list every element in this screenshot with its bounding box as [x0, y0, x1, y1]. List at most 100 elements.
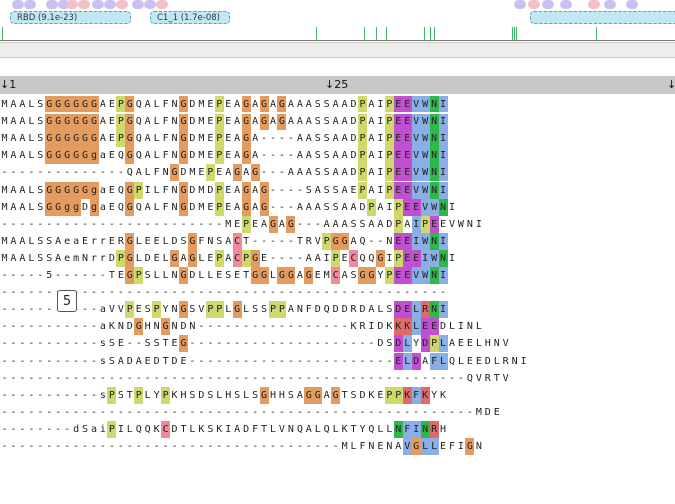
residue-cell: G [250, 249, 260, 267]
residue-cell: G [44, 181, 54, 199]
residue-cell: - [19, 355, 26, 367]
residue-cell: P [214, 198, 224, 216]
residue-cell: M [1, 252, 8, 264]
residue-cell: Q [359, 235, 366, 247]
residue-cell: L [402, 335, 412, 353]
alignment-row[interactable]: MAALSGGGGGgaEQGPILFNGDMDPEAGAG----SASSAE… [0, 181, 675, 199]
alignment-row[interactable]: --------------QALFNGDMEPEAGAG---AAASSAAD… [0, 164, 675, 182]
residue-cell: N [493, 338, 500, 350]
sequence-alignment[interactable]: MAALSGGGGGGAEPGQALFNGDMEPEAGAGAGAAASSAAD… [0, 96, 675, 504]
residue-cell: A [243, 167, 250, 179]
residue-cell: A [234, 423, 241, 435]
residue-cell: - [64, 270, 71, 281]
residue-cell: A [269, 116, 277, 128]
residue-cell: G [375, 249, 385, 267]
alignment-row[interactable]: MAALSGGggDgaEQGQALFNGDMEPEAGAG---AAASSAA… [0, 198, 675, 216]
residue-cell: Y [153, 389, 160, 401]
alignment-row[interactable]: --------dSaiPILQQKCDTLKSKIADFTLVNQALQLKT… [0, 420, 675, 438]
residue-cell: D [243, 423, 250, 435]
overview-scrollbar[interactable] [0, 42, 675, 58]
residue-cell: - [10, 218, 17, 230]
residue-cell: g [89, 147, 99, 165]
residue-cell: - [261, 287, 268, 299]
alignment-row[interactable]: MAALSSAeaErrERGLEELDSGFNSACT-----TRVPGGA… [0, 232, 675, 250]
alignment-row[interactable]: -----5------TEGPSLLNGDLLESETGGLGGAGEMCAS… [0, 267, 675, 284]
residue-cell: A [332, 167, 339, 179]
residue-cell: E [108, 150, 115, 162]
residue-cell: S [323, 167, 330, 179]
residue-cell: G [89, 96, 99, 113]
residue-cell: - [269, 252, 277, 264]
domain-box-3[interactable] [530, 11, 675, 24]
domain-box-2[interactable]: C1_1 (1.7e-08) [150, 11, 230, 24]
residue-cell: - [287, 133, 294, 145]
residue-cell: - [1, 406, 8, 418]
alignment-row[interactable]: MAALSGGGGGGAEPGQALFNGDMEPEAGA----AASSAAD… [0, 130, 675, 148]
alignment-row[interactable]: MAALSGGGGGGAEPGQALFNGDMEPEAGAGAGAAASSAAD… [0, 113, 675, 131]
residue-cell: A [117, 355, 124, 367]
residue-cell: - [153, 372, 160, 384]
alignment-row[interactable]: ----------------------------------------… [0, 404, 675, 421]
residue-cell: G [232, 301, 242, 319]
residue-cell: - [153, 287, 160, 299]
alignment-row[interactable]: -----------aKNDGHNGNDN-----------------K… [0, 318, 675, 336]
alignment-row[interactable]: ----------------------------------------… [0, 370, 675, 387]
residue-cell: M [1, 116, 8, 128]
residue-cell: Q [359, 252, 366, 264]
residue-cell: - [19, 441, 26, 452]
residue-cell: - [278, 184, 285, 196]
alignment-row[interactable]: -----------sPSTPLYPKHSDSLHSLSGHHSAGGAGTS… [0, 386, 675, 404]
residue-cell: - [64, 389, 71, 401]
alignment-row[interactable]: MAALSSAemNrrDPGLDELGAGLEPACPGE----AAIPEC… [0, 249, 675, 267]
residue-cell: E [402, 181, 412, 199]
residue-cell: C [161, 420, 171, 438]
residue-cell: - [82, 406, 89, 418]
residue-cell: G [340, 232, 350, 250]
residue-cell: - [261, 406, 268, 418]
residue-cell: - [19, 423, 26, 435]
residue-cell: - [1, 355, 8, 367]
residue-cell: - [243, 355, 250, 367]
residue-cell: - [117, 287, 124, 299]
alignment-row[interactable]: ----------------------------------------… [0, 284, 675, 301]
residue-cell: - [368, 355, 375, 367]
residue-cell: G [241, 113, 251, 131]
residue-cell: - [82, 355, 89, 367]
residue-cell: - [368, 406, 375, 418]
residue-cell: C [331, 267, 341, 284]
residue-cell: - [19, 287, 26, 299]
alignment-row[interactable]: -------------------------MEPEAGAG---AAAS… [0, 215, 675, 233]
domain-box-1[interactable]: RBD (9.1e-23) [10, 11, 131, 24]
residue-cell: - [10, 423, 17, 435]
residue-cell: A [287, 167, 294, 179]
residue-cell: A [368, 304, 375, 316]
residue-cell: - [90, 167, 98, 179]
residue-cell: - [359, 287, 366, 299]
alignment-row[interactable]: --------------------------------------ML… [0, 438, 675, 455]
residue-cell: E [225, 184, 232, 196]
residue-cell: L [493, 355, 500, 367]
residue-cell: I [448, 252, 456, 264]
residue-cell: - [10, 441, 17, 452]
residue-cell: - [82, 321, 89, 333]
residue-cell: - [135, 441, 142, 452]
residue-cell: - [341, 406, 348, 418]
alignment-row[interactable]: -----------sSE--SSTEG-------------------… [0, 335, 675, 353]
residue-cell: P [107, 386, 117, 404]
residue-cell: - [126, 441, 133, 452]
residue-cell: - [46, 338, 53, 350]
residue-cell: L [153, 184, 160, 196]
residue-cell: K [216, 423, 223, 435]
residue-cell: S [350, 270, 357, 281]
residue-cell: K [393, 318, 403, 336]
alignment-row[interactable]: -----------sSADAEDTDE-------------------… [0, 352, 675, 370]
alignment-row[interactable]: -----------aVVPESPYNGSVPPLGLSSPPANFDQDDR… [0, 301, 675, 319]
residue-cell: - [332, 406, 339, 418]
residue-cell: R [420, 301, 430, 319]
alignment-row[interactable]: MAALSGGGGGgaEQGQALFNGDMEPEAGA----AASSAAD… [0, 147, 675, 165]
residue-cell: E [234, 270, 241, 281]
residue-cell: G [304, 386, 314, 404]
alignment-row[interactable]: MAALSGGGGGGAEPGQALFNGDMEPEAGAGAGAAASSAAD… [0, 96, 675, 113]
residue-cell: L [429, 438, 439, 455]
residue-cell: S [386, 304, 393, 316]
